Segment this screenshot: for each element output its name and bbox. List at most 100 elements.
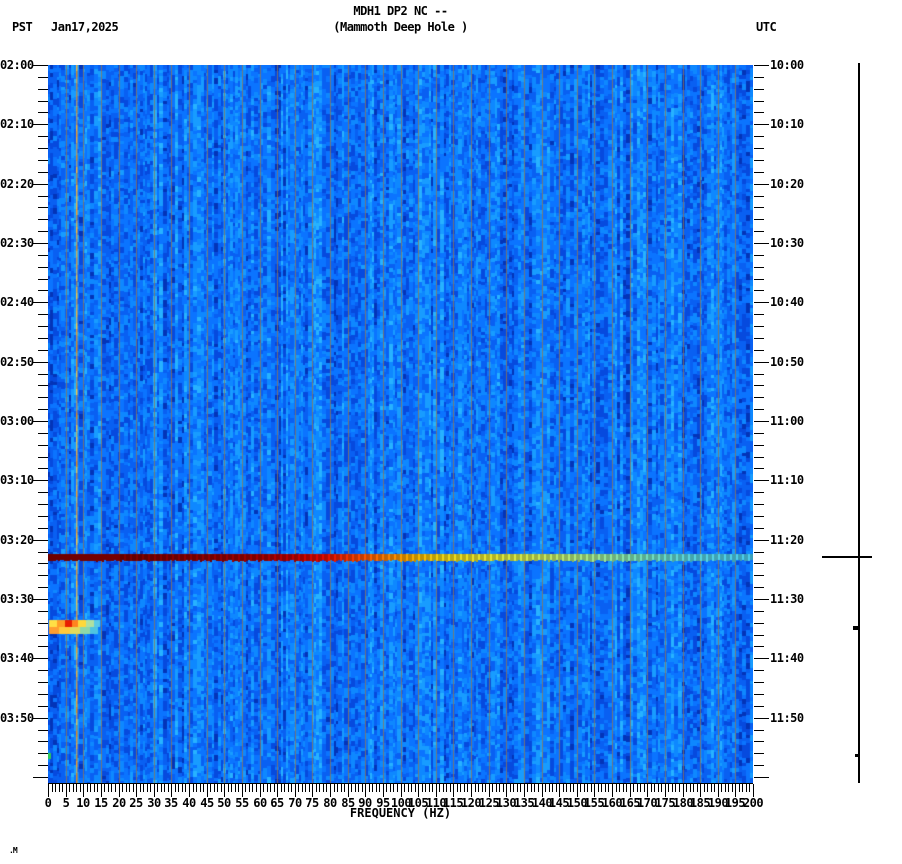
freq-tick (556, 784, 557, 792)
freq-tick (690, 784, 691, 792)
freq-tick (570, 784, 571, 792)
left-time-tick (38, 504, 48, 505)
freq-tick (478, 784, 479, 792)
freq-tick (728, 784, 729, 792)
left-time-tick (38, 694, 48, 695)
left-time-tick (33, 184, 48, 185)
freq-tick (281, 784, 282, 792)
freq-tick (626, 784, 627, 792)
left-time-tick (33, 540, 48, 541)
right-time-tick (754, 231, 764, 232)
left-time-tick (38, 219, 48, 220)
right-time-tick (754, 219, 764, 220)
freq-tick (358, 784, 359, 792)
freq-tick (704, 784, 705, 792)
freq-tick (467, 784, 468, 792)
left-time-tick (38, 753, 48, 754)
freq-tick (143, 784, 144, 792)
left-time-tick (33, 362, 48, 363)
freq-tick (601, 784, 602, 792)
freq-tick (263, 784, 264, 792)
freq-tick (97, 784, 98, 792)
freq-tick (415, 784, 416, 792)
right-time-label: 11:00 (770, 414, 804, 428)
left-time-tick (38, 409, 48, 410)
amplitude-trace-line (858, 63, 860, 783)
left-time-tick (33, 65, 48, 66)
left-time-tick (38, 623, 48, 624)
freq-tick (503, 784, 504, 792)
left-time-tick (33, 718, 48, 719)
freq-tick (175, 784, 176, 792)
left-time-tick (38, 575, 48, 576)
left-time-label: 03:50 (0, 711, 34, 725)
right-time-tick (754, 160, 764, 161)
freq-tick (256, 784, 257, 792)
right-time-tick (754, 753, 764, 754)
page-title: MDH1 DP2 NC -- (353, 4, 448, 18)
right-time-tick (754, 587, 764, 588)
freq-tick (129, 784, 130, 792)
freq-tick (510, 784, 511, 792)
left-time-label: 02:50 (0, 355, 34, 369)
left-time-tick (38, 385, 48, 386)
left-time-tick (33, 421, 48, 422)
right-time-tick (754, 290, 764, 291)
freq-tick (513, 784, 514, 792)
freq-tick (122, 784, 123, 792)
freq-tick (249, 784, 250, 792)
freq-tick (633, 784, 634, 792)
right-time-tick (754, 646, 764, 647)
freq-tick (182, 784, 183, 792)
freq-tick (686, 784, 687, 792)
freq-tick (196, 784, 197, 792)
freq-tick (369, 784, 370, 792)
freq-tick (450, 784, 451, 792)
freq-tick (76, 784, 77, 792)
freq-tick (228, 784, 229, 792)
left-time-label: 03:30 (0, 592, 34, 606)
left-time-label: 02:10 (0, 117, 34, 131)
freq-tick (270, 784, 271, 792)
freq-tick (460, 784, 461, 792)
freq-tick (591, 784, 592, 792)
freq-tick (545, 784, 546, 792)
right-time-tick (754, 504, 764, 505)
freq-tick (496, 784, 497, 792)
freq-tick (111, 784, 112, 792)
left-time-label: 02:30 (0, 236, 34, 250)
right-time-tick (754, 599, 769, 600)
freq-tick (482, 784, 483, 792)
freq-tick (608, 784, 609, 792)
left-time-tick (38, 646, 48, 647)
freq-tick (316, 784, 317, 792)
freq-tick (90, 784, 91, 792)
x-axis-title: FREQUENCY (HZ) (349, 806, 452, 820)
amplitude-event-deflection-large (822, 556, 872, 558)
right-time-tick (754, 433, 764, 434)
freq-tick (527, 784, 528, 792)
freq-tick (711, 784, 712, 792)
right-time-tick (754, 101, 764, 102)
right-time-tick (754, 148, 764, 149)
freq-tick (288, 784, 289, 792)
freq-tick (305, 784, 306, 792)
freq-tick (284, 784, 285, 792)
left-time-tick (38, 563, 48, 564)
page-subtitle: (Mammoth Deep Hole ) (333, 20, 468, 34)
freq-tick (80, 784, 81, 792)
timezone-right-label: UTC (756, 20, 777, 34)
freq-tick (714, 784, 715, 792)
right-time-tick (754, 374, 764, 375)
freq-tick (432, 784, 433, 792)
freq-tick (721, 784, 722, 792)
right-time-tick (754, 314, 764, 315)
right-time-tick (754, 658, 769, 659)
right-time-tick (754, 777, 769, 778)
left-time-tick (38, 231, 48, 232)
left-time-label: 03:00 (0, 414, 34, 428)
right-time-tick (754, 718, 769, 719)
right-time-tick (754, 741, 764, 742)
freq-tick (520, 784, 521, 792)
freq-tick (408, 784, 409, 792)
